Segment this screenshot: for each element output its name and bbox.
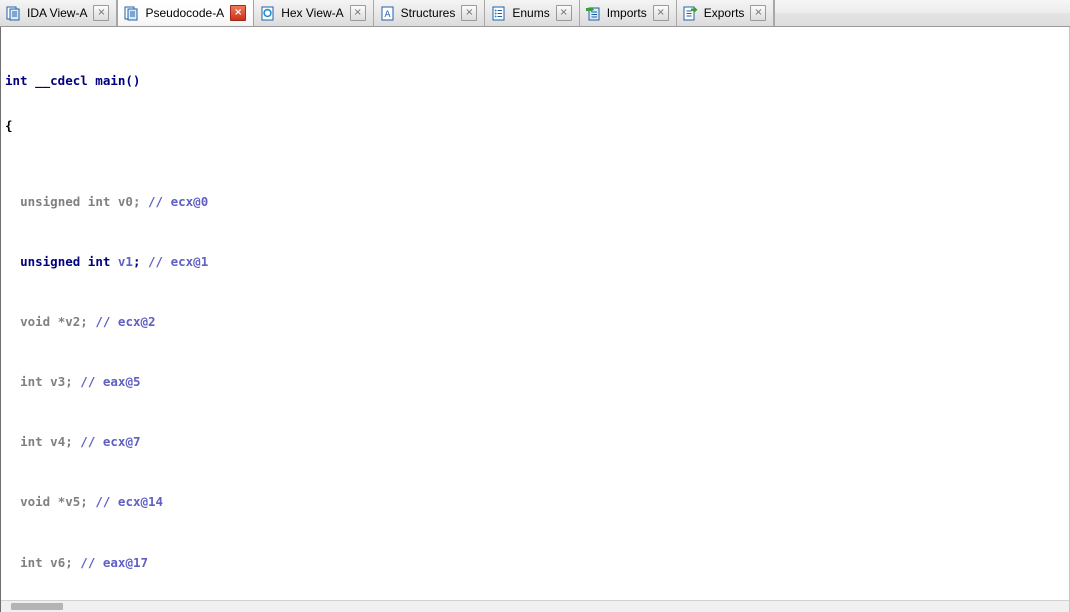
code-line-decl: int v6; // eax@17 [5, 555, 1069, 570]
tab-close-button[interactable]: × [555, 5, 572, 21]
brace: { [5, 118, 13, 134]
decl-annotation: ecx@14 [117, 494, 164, 510]
code-line-open-brace: { [5, 118, 1069, 133]
decl-annotation: ecx@1 [170, 253, 209, 269]
tab-imports[interactable]: Imports × [579, 0, 677, 26]
decl-slashes: // [80, 554, 103, 570]
tab-pseudocode-a[interactable]: Pseudocode-A × [117, 0, 255, 26]
svg-text:A: A [384, 10, 391, 20]
decl-type: void * [20, 313, 66, 329]
pseudocode-icon [124, 6, 139, 21]
decl-annotation: ecx@0 [170, 193, 209, 209]
decl-type: void * [20, 494, 66, 510]
horizontal-scrollbar[interactable] [1, 600, 1069, 612]
decl-slashes: // [80, 434, 103, 450]
tab-label: Exports [703, 6, 745, 20]
decl-name: v3 [50, 374, 66, 390]
tab-close-button[interactable]: × [349, 5, 366, 21]
decl-semi: ; [80, 313, 96, 329]
decl-name: v1 [117, 253, 133, 269]
tab-bar-empty-space [774, 0, 1070, 26]
hex-view-icon [260, 6, 275, 21]
decl-semi: ; [65, 374, 81, 390]
decl-type: int [20, 554, 51, 570]
decl-slashes: // [148, 193, 171, 209]
imports-icon [585, 6, 601, 21]
decl-name: v0 [117, 193, 133, 209]
code-line-decl: void *v2; // ecx@2 [5, 314, 1069, 329]
decl-slashes: // [95, 494, 118, 510]
decl-name: v2 [65, 313, 81, 329]
code-line-decl: unsigned int v1; // ecx@1 [5, 254, 1069, 269]
decl-slashes: // [148, 253, 171, 269]
tab-label: Enums [512, 6, 550, 20]
decl-semi: ; [65, 554, 81, 570]
document-icon [6, 6, 21, 21]
decl-slashes: // [95, 313, 118, 329]
tab-label: Pseudocode-A [145, 6, 225, 20]
scrollbar-thumb[interactable] [11, 603, 63, 610]
decl-slashes: // [80, 374, 103, 390]
decl-type: unsigned int [20, 253, 118, 269]
decl-annotation: ecx@2 [117, 313, 156, 329]
view-tab-bar: IDA View-A × Pseudocode-A × Hex View-A × [0, 0, 1070, 27]
exports-icon [683, 6, 698, 21]
code-line-decl: int v4; // ecx@7 [5, 434, 1069, 449]
tab-close-button[interactable]: × [230, 5, 247, 21]
tab-close-button[interactable]: × [461, 5, 478, 21]
decl-annotation: eax@5 [102, 374, 141, 390]
code-line-decl: int v3; // eax@5 [5, 374, 1069, 389]
decl-semi: ; [65, 434, 81, 450]
tab-hex-view-a[interactable]: Hex View-A × [254, 0, 374, 26]
tab-enums[interactable]: Enums × [485, 0, 580, 26]
code-line-decl: void *v5; // ecx@14 [5, 494, 1069, 509]
structures-icon: A [380, 6, 395, 21]
pseudocode-text[interactable]: int __cdecl main() { unsigned int v0; //… [1, 27, 1069, 612]
decl-semi: ; [132, 193, 149, 209]
tab-ida-view-a[interactable]: IDA View-A × [0, 0, 118, 26]
code-line-decl: unsigned int v0; // ecx@0 [5, 194, 1069, 209]
decl-semi: ; [132, 253, 149, 269]
pseudocode-pane[interactable]: int __cdecl main() { unsigned int v0; //… [0, 27, 1070, 612]
decl-name: v6 [50, 554, 66, 570]
tab-structures[interactable]: A Structures × [373, 0, 486, 26]
decl-name: v4 [50, 434, 66, 450]
tab-exports[interactable]: Exports × [676, 0, 775, 26]
function-signature: int __cdecl main() [5, 73, 141, 89]
decl-type: int [20, 374, 51, 390]
decl-annotation: ecx@7 [102, 434, 141, 450]
decl-type: int [20, 434, 51, 450]
decl-semi: ; [80, 494, 96, 510]
tab-close-button[interactable]: × [750, 5, 767, 21]
decl-name: v5 [65, 494, 81, 510]
code-line-signature: int __cdecl main() [5, 73, 1069, 88]
tab-label: IDA View-A [27, 6, 88, 20]
enums-icon [491, 6, 506, 21]
decl-annotation: eax@17 [102, 554, 149, 570]
tab-label: Structures [400, 6, 456, 20]
tab-close-button[interactable]: × [652, 5, 669, 21]
decl-type: unsigned int [20, 193, 118, 209]
tab-label: Hex View-A [281, 6, 344, 20]
tab-label: Imports [606, 6, 647, 20]
tab-close-button[interactable]: × [93, 5, 110, 21]
